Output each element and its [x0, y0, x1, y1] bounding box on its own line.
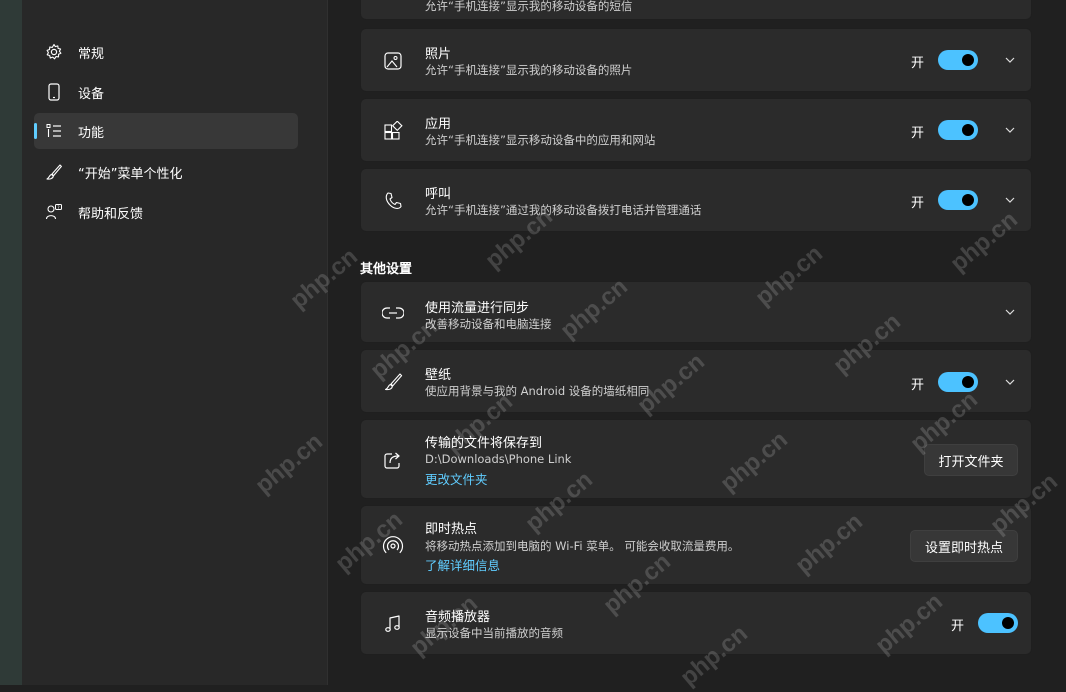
chevron-down-icon[interactable] [1003, 193, 1017, 207]
calls-toggle-label: 开 [911, 196, 925, 211]
messages-card-desc: 允许“手机连接”显示我的移动设备的短信 [425, 0, 633, 13]
sidebar-item-label: 功能 [78, 125, 105, 141]
selected-indicator [34, 123, 37, 139]
chevron-down-icon[interactable] [1003, 123, 1017, 137]
apps-card[interactable]: 应用 允许“手机连接”显示移动设备中的应用和网站 开 [360, 98, 1032, 162]
learn-more-link[interactable]: 了解详细信息 [425, 555, 500, 574]
chevron-down-icon[interactable] [1003, 305, 1017, 319]
audio-player-card: 音频播放器 显示设备中当前播放的音频 开 [360, 591, 1032, 655]
file-transfer-card: 传输的文件将保存到 D:\Downloads\Phone Link 更改文件夹 … [360, 419, 1032, 499]
sidebar-item-start-personalization[interactable]: “开始”菜单个性化 [34, 154, 298, 190]
brush-icon [381, 370, 405, 394]
file-transfer-title: 传输的文件将保存到 [425, 436, 543, 451]
gear-icon [44, 42, 64, 62]
wallpaper-toggle-label: 开 [911, 378, 925, 393]
photos-title: 照片 [425, 47, 452, 62]
metered-sync-card[interactable]: 使用流量进行同步 改善移动设备和电脑连接 [360, 281, 1032, 343]
apps-toggle-label: 开 [911, 126, 925, 141]
sidebar-item-label: 常规 [78, 46, 105, 62]
photos-toggle-label: 开 [911, 56, 925, 71]
change-folder-link[interactable]: 更改文件夹 [425, 469, 488, 488]
audio-player-title: 音频播放器 [425, 610, 491, 625]
instant-hotspot-title: 即时热点 [425, 522, 478, 537]
share-icon [381, 448, 405, 472]
apps-toggle[interactable] [938, 120, 978, 140]
hotspot-icon [381, 534, 405, 558]
link-icon [381, 301, 405, 325]
calls-title: 呼叫 [425, 187, 452, 202]
photos-desc: 允许“手机连接”显示我的移动设备的照片 [425, 63, 633, 77]
music-note-icon [381, 612, 405, 636]
help-person-icon: ? [44, 202, 64, 222]
wallpaper-title: 壁纸 [425, 368, 452, 383]
metered-sync-title: 使用流量进行同步 [425, 301, 530, 316]
photos-card[interactable]: 照片 允许“手机连接”显示我的移动设备的照片 开 [360, 28, 1032, 92]
setup-hotspot-button[interactable]: 设置即时热点 [910, 530, 1018, 562]
calls-desc: 允许“手机连接”通过我的移动设备拨打电话并管理通话 [425, 203, 702, 217]
brush-icon [44, 162, 64, 182]
instant-hotspot-card: 即时热点 将移动热点添加到电脑的 Wi-Fi 菜单。 可能会收取流量费用。 了解… [360, 505, 1032, 585]
apps-title: 应用 [425, 117, 452, 132]
instant-hotspot-desc: 将移动热点添加到电脑的 Wi-Fi 菜单。 可能会收取流量费用。 [425, 539, 740, 553]
calls-card[interactable]: 呼叫 允许“手机连接”通过我的移动设备拨打电话并管理通话 开 [360, 168, 1032, 232]
background-window-edge [0, 0, 22, 685]
wallpaper-toggle[interactable] [938, 372, 978, 392]
metered-sync-desc: 改善移动设备和电脑连接 [425, 317, 552, 331]
sidebar-item-features[interactable]: 功能 [34, 113, 298, 149]
wallpaper-desc: 使应用背景与我的 Android 设备的墙纸相同 [425, 384, 650, 398]
sidebar-item-label: “开始”菜单个性化 [78, 166, 183, 182]
chevron-down-icon[interactable] [1003, 375, 1017, 389]
open-folder-button[interactable]: 打开文件夹 [924, 444, 1018, 476]
wallpaper-card[interactable]: 壁纸 使应用背景与我的 Android 设备的墙纸相同 开 [360, 349, 1032, 413]
sidebar-item-label: 设备 [78, 86, 105, 102]
calls-toggle[interactable] [938, 190, 978, 210]
apps-icon [381, 119, 405, 143]
sidebar-item-devices[interactable]: 设备 [34, 74, 298, 110]
phone-icon [44, 82, 64, 102]
sidebar: 常规 设备 功能 “开始”菜单个性化 ? 帮助和反馈 [0, 0, 328, 685]
sidebar-item-general[interactable]: 常规 [34, 34, 298, 70]
file-transfer-path: D:\Downloads\Phone Link [425, 452, 572, 466]
feature-list-icon [44, 121, 64, 141]
sidebar-item-help-feedback[interactable]: ? 帮助和反馈 [34, 194, 298, 230]
photos-toggle[interactable] [938, 50, 978, 70]
messages-card[interactable]: 允许“手机连接”显示我的移动设备的短信 [360, 0, 1032, 20]
sidebar-item-label: 帮助和反馈 [78, 206, 144, 222]
chevron-down-icon[interactable] [1003, 53, 1017, 67]
main-content: 允许“手机连接”显示我的移动设备的短信 照片 允许“手机连接”显示我的移动设备的… [328, 0, 1066, 685]
apps-desc: 允许“手机连接”显示移动设备中的应用和网站 [425, 133, 656, 147]
audio-player-desc: 显示设备中当前播放的音频 [425, 626, 563, 640]
photos-icon [381, 49, 405, 73]
other-settings-heading: 其他设置 [360, 262, 413, 277]
phone-call-icon [381, 189, 405, 213]
audio-player-toggle-label: 开 [951, 619, 965, 634]
audio-player-toggle[interactable] [978, 613, 1018, 633]
